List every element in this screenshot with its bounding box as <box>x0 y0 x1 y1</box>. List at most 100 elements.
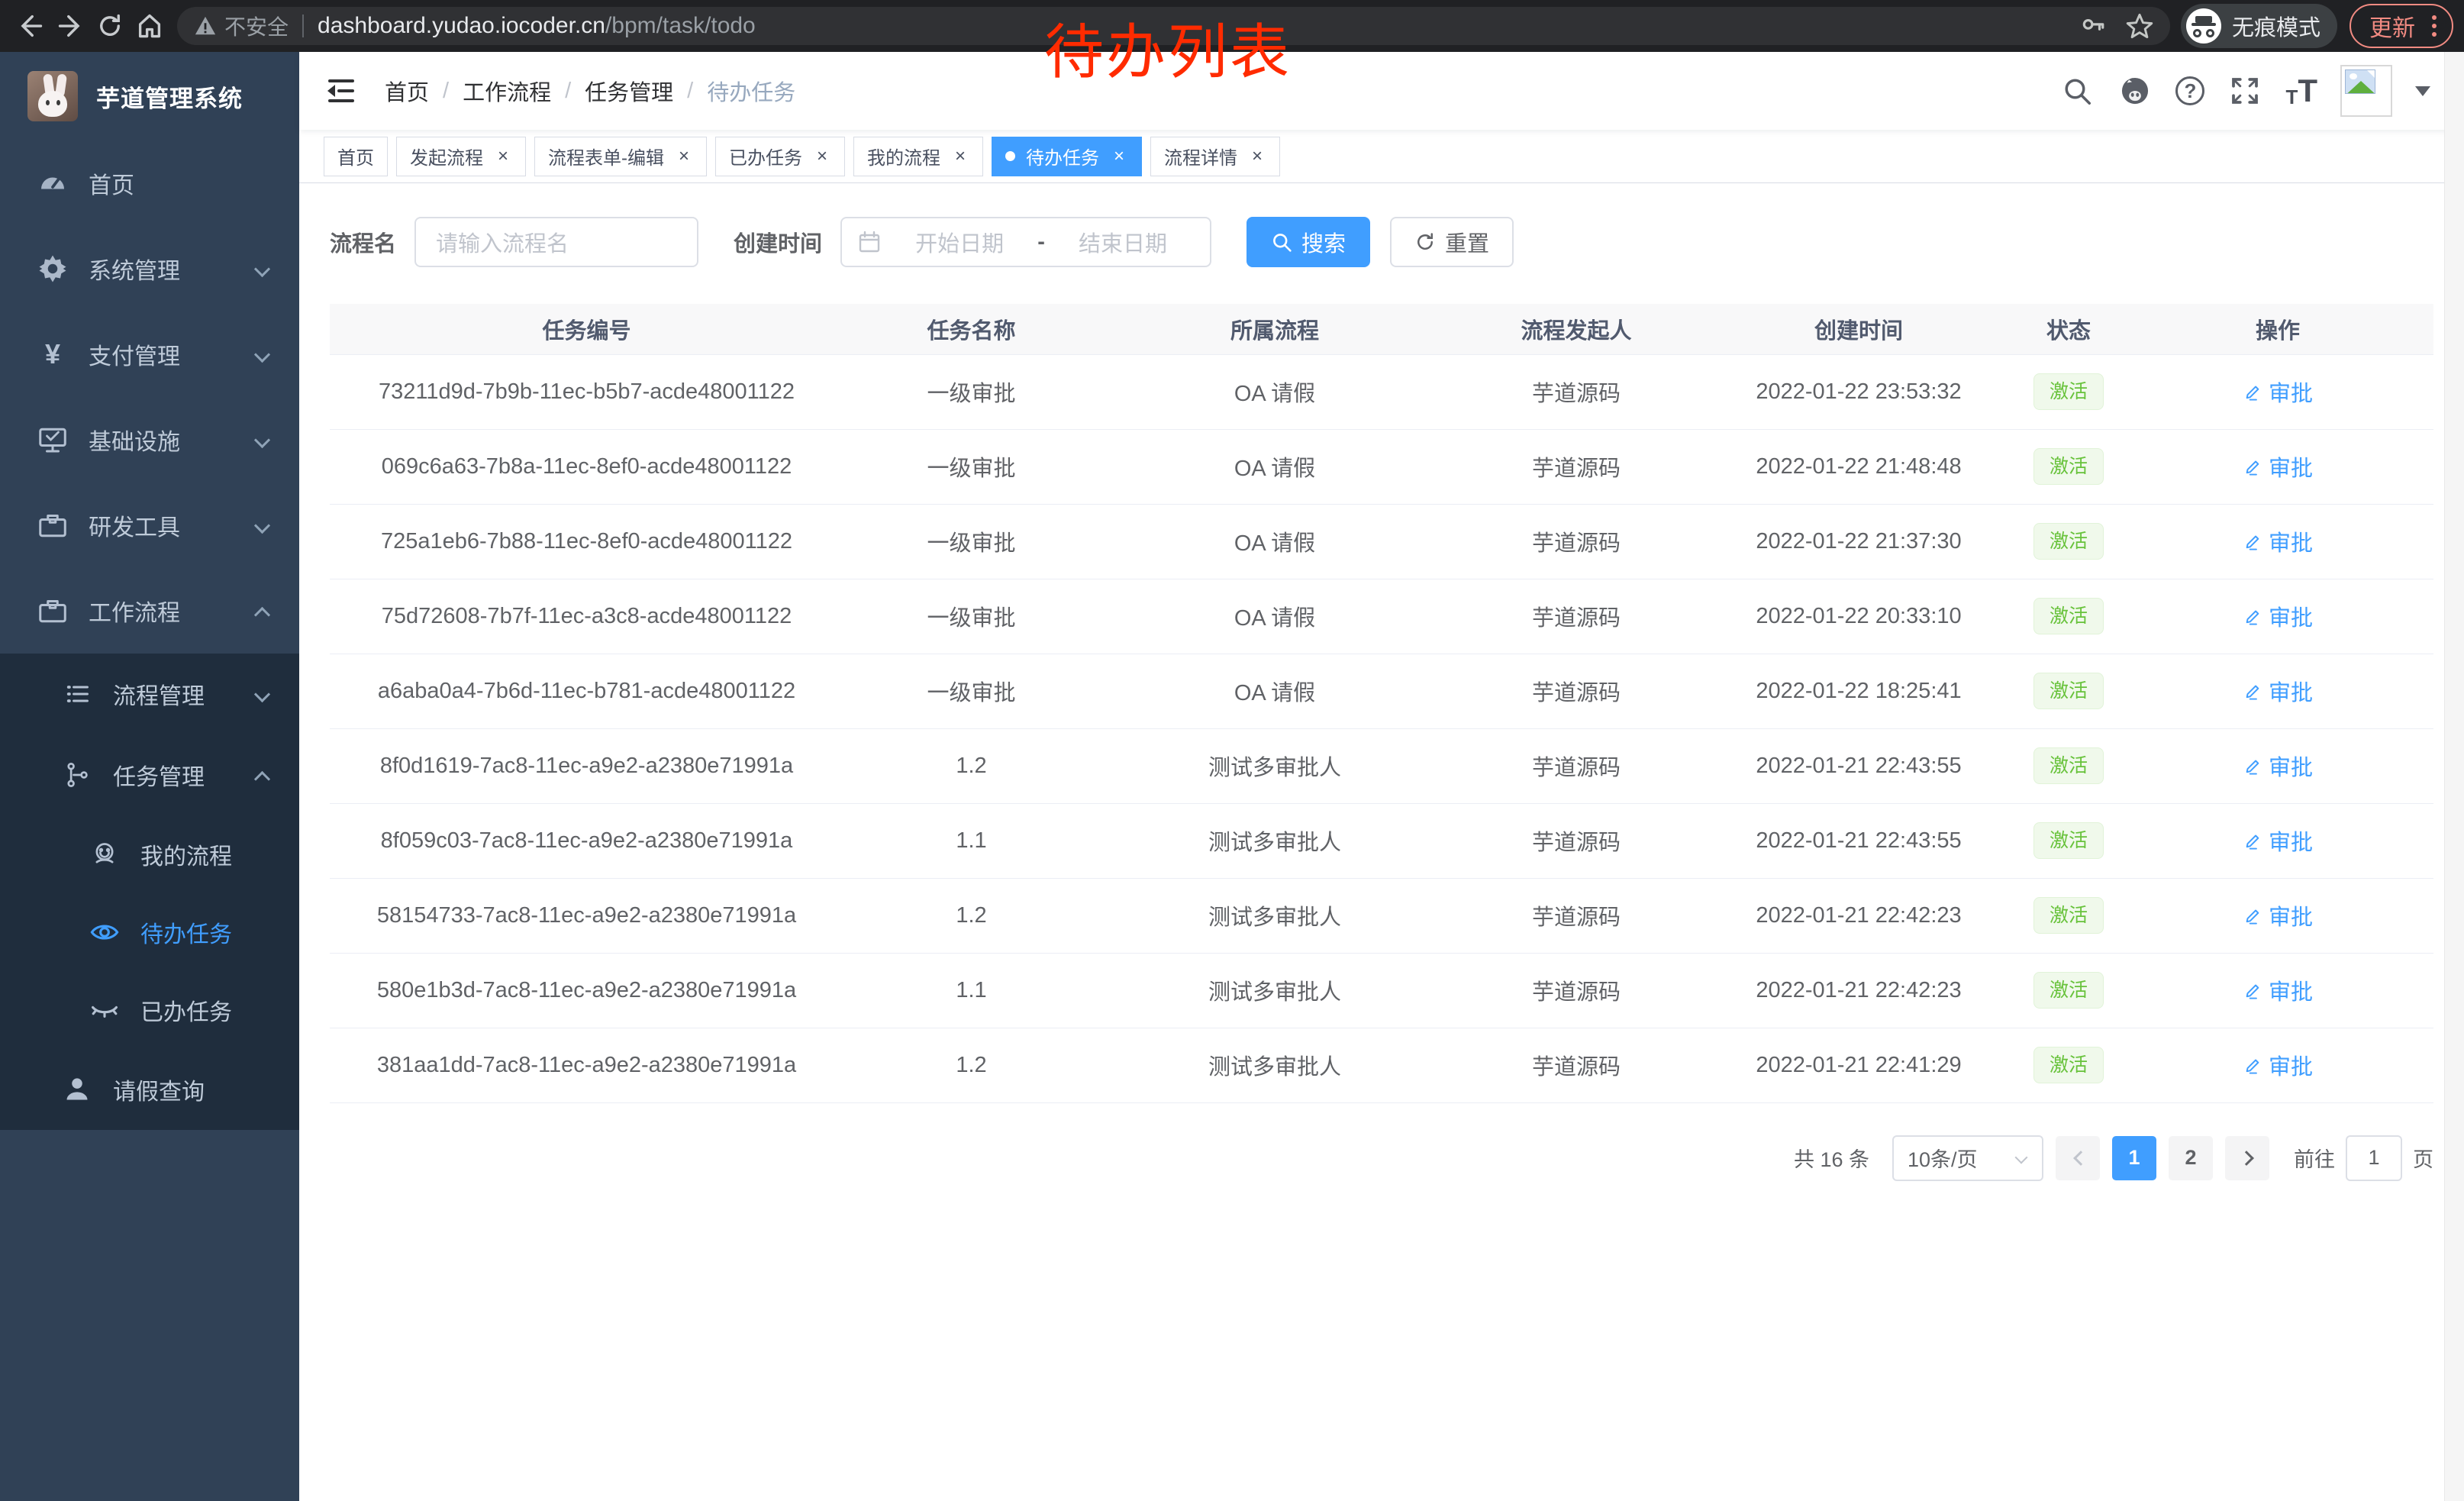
approve-link[interactable]: 审批 <box>2243 1049 2313 1081</box>
bookmark-star-icon[interactable] <box>2126 12 2153 40</box>
close-icon[interactable]: × <box>1110 147 1128 166</box>
tab-process-detail[interactable]: 流程详情× <box>1150 137 1280 176</box>
sidebar-item-label: 已办任务 <box>140 993 272 1027</box>
monitor-icon <box>37 424 69 455</box>
sidebar-item-system[interactable]: 系统管理 <box>0 226 299 311</box>
help-icon[interactable]: ? <box>2175 76 2204 105</box>
search-button[interactable]: 搜索 <box>1247 217 1370 267</box>
sidebar-item-todo-tasks[interactable]: 待办任务 <box>0 893 299 971</box>
close-icon[interactable]: × <box>675 147 693 166</box>
breadcrumb-workflow[interactable]: 工作流程 <box>463 75 551 107</box>
status-badge: 激活 <box>2033 673 2104 709</box>
sidebar-item-payment[interactable]: ¥ 支付管理 <box>0 311 299 397</box>
approve-link[interactable]: 审批 <box>2243 675 2313 707</box>
tab-home[interactable]: 首页 <box>324 137 388 176</box>
table-row: 580e1b3d-7ac8-11ec-a9e2-a2380e71991a 1.1… <box>330 953 2433 1028</box>
goto-page-input[interactable]: 1 <box>2346 1135 2402 1181</box>
user-menu-caret-icon[interactable] <box>2415 86 2430 96</box>
sidebar-item-done-tasks[interactable]: 已办任务 <box>0 971 299 1049</box>
search-icon[interactable] <box>2059 73 2095 108</box>
tab-done-tasks[interactable]: 已办任务× <box>715 137 845 176</box>
security-label[interactable]: 不安全 <box>224 11 289 41</box>
password-key-icon[interactable] <box>2080 13 2106 39</box>
approve-link[interactable]: 审批 <box>2243 750 2313 782</box>
page-button-2[interactable]: 2 <box>2169 1136 2213 1180</box>
range-separator: - <box>1037 230 1045 255</box>
close-icon[interactable]: × <box>813 147 831 166</box>
github-icon[interactable] <box>2117 73 2153 108</box>
col-action: 操作 <box>2122 304 2433 354</box>
status-badge: 激活 <box>2033 747 2104 784</box>
logo-rabbit-image <box>27 71 78 121</box>
sidebar-item-infrastructure[interactable]: 基础设施 <box>0 397 299 483</box>
status-badge: 激活 <box>2033 448 2104 485</box>
close-icon[interactable]: × <box>1248 147 1266 166</box>
start-date-placeholder[interactable]: 开始日期 <box>888 226 1031 258</box>
search-icon <box>1271 231 1292 253</box>
browser-update-button[interactable]: 更新 <box>2350 4 2453 48</box>
table-row: 58154733-7ac8-11ec-a9e2-a2380e71991a 1.2… <box>330 878 2433 953</box>
page-size-select[interactable]: 10条/页 <box>1892 1135 2043 1181</box>
status-badge: 激活 <box>2033 373 2104 410</box>
eye-closed-icon <box>89 996 121 1025</box>
breadcrumb-home[interactable]: 首页 <box>385 75 429 107</box>
tree-icon <box>61 761 93 789</box>
sidebar-item-devtools[interactable]: 研发工具 <box>0 483 299 568</box>
table-row: 8f059c03-7ac8-11ec-a9e2-a2380e71991a 1.1… <box>330 803 2433 878</box>
sidebar-item-task-mgmt[interactable]: 任务管理 <box>0 734 299 815</box>
tab-todo-tasks[interactable]: 待办任务× <box>992 137 1142 176</box>
sidebar-item-my-process[interactable]: 我的流程 <box>0 815 299 893</box>
close-icon[interactable]: × <box>494 147 512 166</box>
sidebar-item-process-mgmt[interactable]: 流程管理 <box>0 654 299 734</box>
update-label[interactable]: 更新 <box>2369 9 2415 43</box>
date-range-picker[interactable]: 开始日期 - 结束日期 <box>840 217 1211 267</box>
reset-button[interactable]: 重置 <box>1390 217 1514 267</box>
breadcrumb-current: 待办任务 <box>707 75 795 107</box>
font-size-icon[interactable]: TT <box>2285 75 2317 107</box>
forward-icon[interactable] <box>50 6 90 46</box>
sidebar-item-leave-query[interactable]: 请假查询 <box>0 1049 299 1130</box>
briefcase-icon <box>37 596 69 626</box>
approve-link[interactable]: 审批 <box>2243 899 2313 931</box>
user-headset-icon <box>89 841 121 868</box>
todo-task-table: 任务编号 任务名称 所属流程 流程发起人 创建时间 状态 操作 73211d9d… <box>330 304 2433 1103</box>
avatar[interactable] <box>2340 65 2392 117</box>
scrollbar[interactable] <box>2444 52 2464 1501</box>
sidebar-item-home[interactable]: 首页 <box>0 140 299 226</box>
sidebar-item-label: 首页 <box>89 166 272 200</box>
page-button-1[interactable]: 1 <box>2112 1136 2156 1180</box>
incognito-label: 无痕模式 <box>2232 10 2320 42</box>
approve-link[interactable]: 审批 <box>2243 600 2313 632</box>
eye-open-icon <box>89 918 121 947</box>
reload-icon[interactable] <box>90 6 130 46</box>
sidebar-collapse-icon[interactable] <box>324 73 359 108</box>
tab-my-process[interactable]: 我的流程× <box>853 137 983 176</box>
table-row: 75d72608-7b7f-11ec-a3c8-acde48001122 一级审… <box>330 579 2433 654</box>
tab-start-process[interactable]: 发起流程× <box>396 137 526 176</box>
chevron-down-icon <box>255 431 272 448</box>
browser-menu-icon[interactable] <box>2426 12 2443 40</box>
chevron-down-icon <box>255 346 272 363</box>
tab-process-form-edit[interactable]: 流程表单-编辑× <box>534 137 707 176</box>
chevron-up-icon <box>255 602 272 619</box>
prev-page-button[interactable] <box>2056 1136 2100 1180</box>
close-icon[interactable]: × <box>951 147 969 166</box>
fullscreen-icon[interactable] <box>2227 73 2262 108</box>
user-icon <box>61 1076 93 1103</box>
back-icon[interactable] <box>11 6 50 46</box>
approve-link[interactable]: 审批 <box>2243 525 2313 557</box>
approve-link[interactable]: 审批 <box>2243 450 2313 483</box>
breadcrumb-task-mgmt[interactable]: 任务管理 <box>585 75 673 107</box>
sidebar-item-workflow[interactable]: 工作流程 <box>0 568 299 654</box>
approve-link[interactable]: 审批 <box>2243 376 2313 408</box>
approve-link[interactable]: 审批 <box>2243 974 2313 1006</box>
sidebar-item-label: 请假查询 <box>113 1073 272 1106</box>
process-name-input[interactable]: 请输入流程名 <box>414 217 698 267</box>
approve-link[interactable]: 审批 <box>2243 825 2313 857</box>
end-date-placeholder[interactable]: 结束日期 <box>1051 226 1195 258</box>
home-icon[interactable] <box>130 6 169 46</box>
table-row: 069c6a63-7b8a-11ec-8ef0-acde48001122 一级审… <box>330 429 2433 504</box>
app-logo: 芋道管理系统 <box>0 52 299 140</box>
next-page-button[interactable] <box>2225 1136 2269 1180</box>
chevron-left-icon <box>2072 1152 2084 1164</box>
